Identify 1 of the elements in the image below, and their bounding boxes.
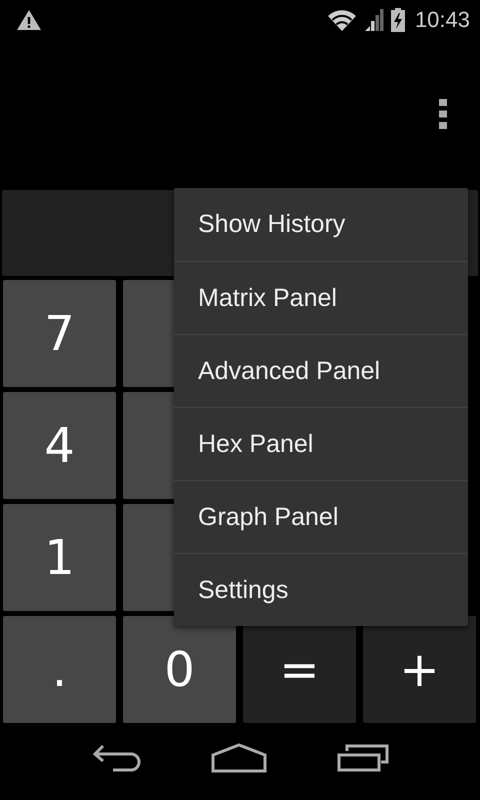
clock: 10:43: [414, 7, 470, 33]
